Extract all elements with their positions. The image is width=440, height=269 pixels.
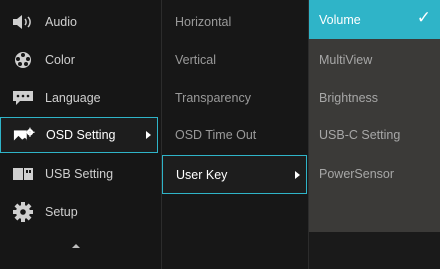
- option-volume[interactable]: Volume ✓: [309, 0, 440, 39]
- menu-item-osd-setting[interactable]: OSD Setting: [0, 117, 158, 153]
- scroll-up-icon[interactable]: [72, 244, 80, 248]
- submenu-item-osd-time-out[interactable]: OSD Time Out: [162, 117, 307, 153]
- option-usb-c-setting[interactable]: USB-C Setting: [309, 117, 440, 153]
- submenu-item-label: OSD Time Out: [175, 128, 257, 142]
- submenu-item-label: Transparency: [175, 91, 251, 105]
- menu-item-label: OSD Setting: [46, 128, 116, 142]
- checkmark-icon: ✓: [416, 8, 431, 27]
- usb-icon: [12, 166, 34, 182]
- gear-icon: [12, 202, 34, 222]
- color-palette-icon: [12, 52, 34, 68]
- menu-item-label: USB Setting: [45, 167, 114, 181]
- option-label: MultiView: [319, 53, 373, 67]
- options-panel: Volume ✓ MultiView Brightness USB-C Sett…: [308, 0, 440, 269]
- menu-item-audio[interactable]: Audio: [0, 4, 158, 40]
- language-icon: [12, 90, 34, 106]
- chevron-right-icon: [146, 131, 151, 139]
- option-powersensor[interactable]: PowerSensor: [309, 156, 440, 192]
- osd-setting-icon: [13, 127, 35, 143]
- osd-menu: Audio Color Language OSD Setting USB Set…: [0, 0, 440, 269]
- main-menu: Audio Color Language OSD Setting USB Set…: [0, 0, 160, 269]
- menu-item-setup[interactable]: Setup: [0, 194, 158, 230]
- menu-item-label: Audio: [45, 15, 77, 29]
- submenu-item-label: User Key: [176, 167, 228, 182]
- menu-item-label: Setup: [45, 205, 78, 219]
- menu-item-color[interactable]: Color: [0, 42, 158, 78]
- submenu-item-transparency[interactable]: Transparency: [162, 80, 307, 116]
- submenu-item-user-key[interactable]: User Key: [162, 155, 307, 194]
- menu-item-label: Language: [45, 91, 101, 105]
- menu-item-usb-setting[interactable]: USB Setting: [0, 156, 158, 192]
- speaker-icon: [12, 14, 34, 30]
- option-label: PowerSensor: [319, 167, 395, 181]
- menu-item-language[interactable]: Language: [0, 80, 158, 116]
- option-label: Brightness: [319, 91, 379, 105]
- submenu-item-label: Vertical: [175, 53, 216, 67]
- option-multiview[interactable]: MultiView: [309, 42, 440, 78]
- option-label: USB-C Setting: [319, 128, 401, 142]
- submenu-item-horizontal[interactable]: Horizontal: [162, 4, 307, 40]
- submenu: Horizontal Vertical Transparency OSD Tim…: [161, 0, 308, 269]
- option-brightness[interactable]: Brightness: [309, 80, 440, 116]
- option-label: Volume: [319, 12, 361, 27]
- submenu-item-vertical[interactable]: Vertical: [162, 42, 307, 78]
- chevron-right-icon: [295, 170, 300, 179]
- menu-item-label: Color: [45, 53, 75, 67]
- submenu-item-label: Horizontal: [175, 15, 232, 29]
